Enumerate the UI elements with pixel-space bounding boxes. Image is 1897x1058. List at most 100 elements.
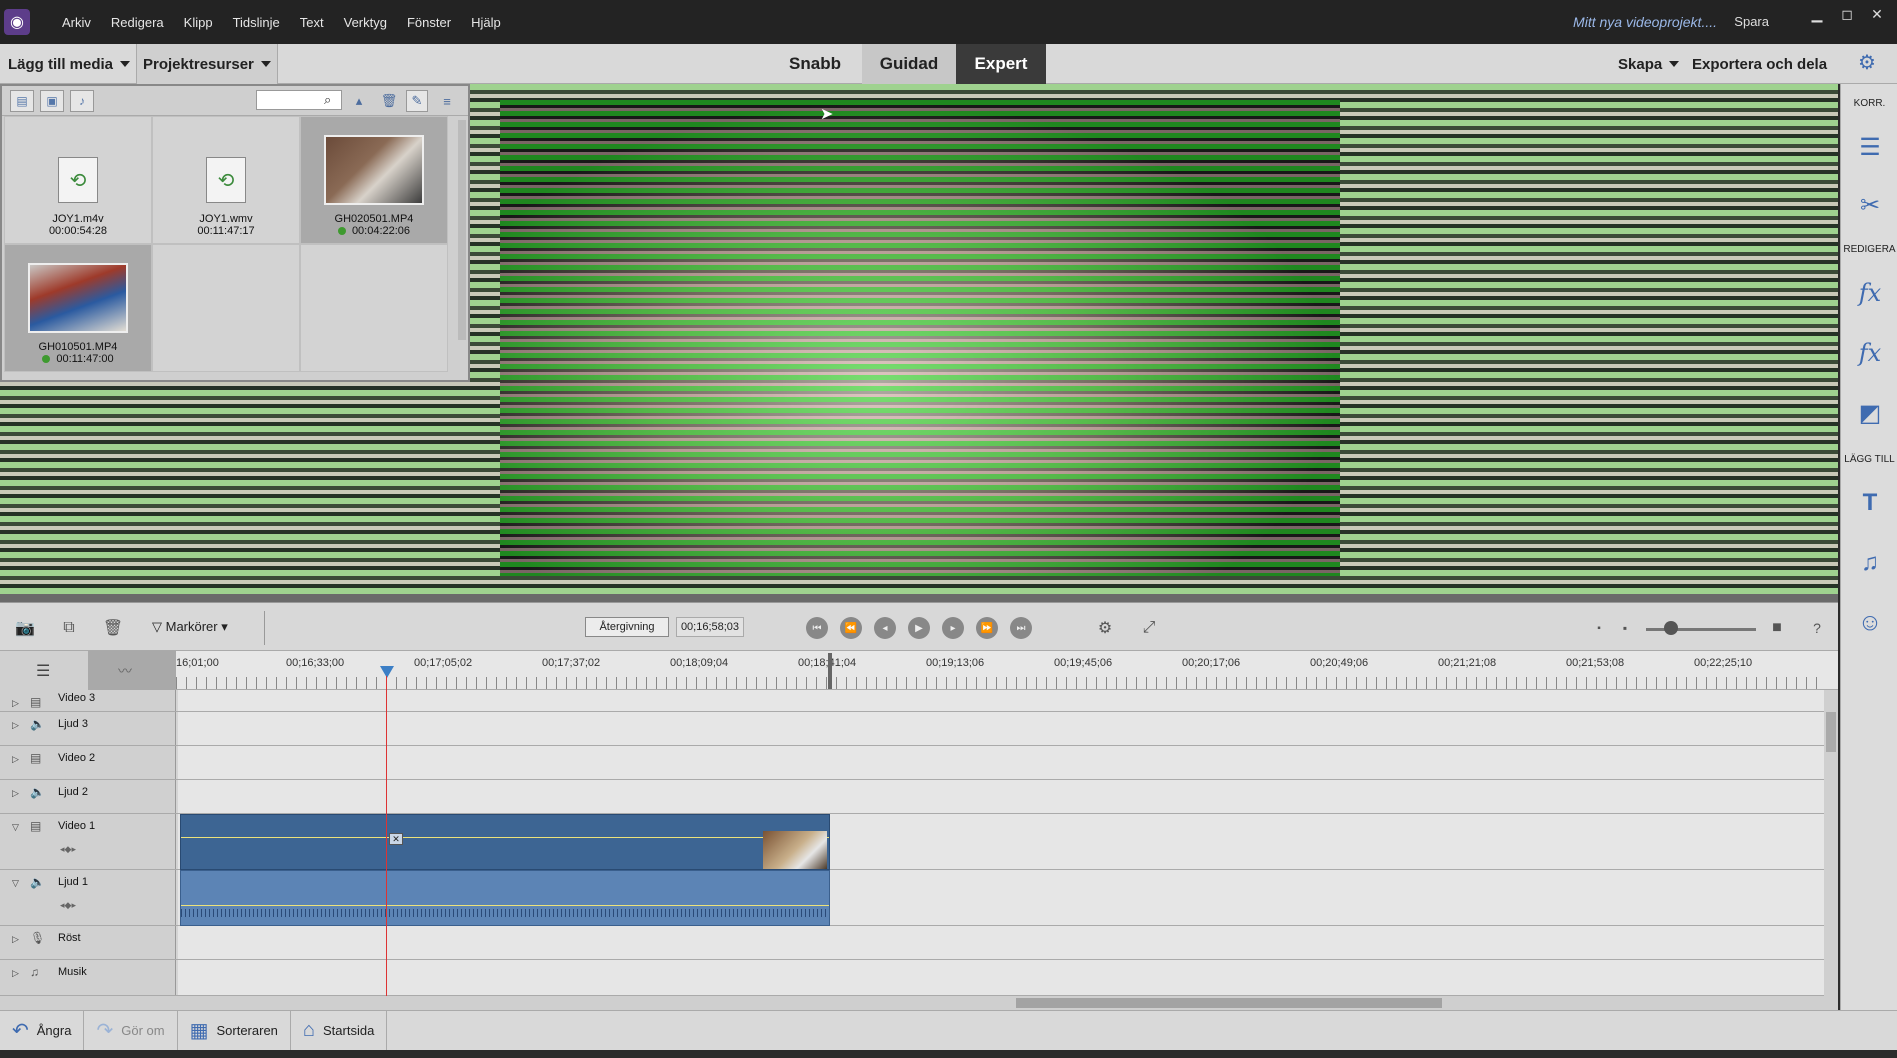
timeline-ruler[interactable]: ☰ 〰 16;01;00 00;16;33;00 00;17;05;02 00;… <box>0 650 1838 691</box>
zoom-out-icon[interactable]: ▪ <box>1588 617 1610 639</box>
filter-audio-icon[interactable]: ♪ <box>70 89 94 112</box>
create-button[interactable]: Skapa <box>1612 50 1685 78</box>
track-video-3[interactable]: ▷ ▤ Video 3 <box>0 690 1824 712</box>
track-lane[interactable] <box>178 780 1824 813</box>
settings-gear-icon[interactable]: ⚙ <box>1858 50 1876 75</box>
menu-text[interactable]: Text <box>290 15 334 30</box>
music-icon[interactable]: ♫ <box>1855 548 1885 578</box>
save-link[interactable]: Spara <box>1734 14 1769 29</box>
titles-text-icon[interactable]: T <box>1855 488 1885 518</box>
project-assets-button[interactable]: Projektresurser <box>136 44 278 84</box>
zoom-slider-handle[interactable] <box>1664 621 1678 635</box>
close-icon[interactable]: ✕ <box>1865 4 1889 24</box>
collapse-triangle-icon[interactable]: ▽ <box>12 878 19 889</box>
effects-icon[interactable]: fx <box>1855 338 1885 368</box>
add-media-button[interactable]: Lägg till media <box>2 50 136 78</box>
play-icon[interactable]: ▶ <box>908 617 930 639</box>
menu-hjalp[interactable]: Hjälp <box>461 15 511 30</box>
timecode-display[interactable]: 00;16;58;03 <box>676 617 744 637</box>
new-folder-icon[interactable]: ▴ <box>348 90 370 112</box>
scrollbar-thumb[interactable] <box>1826 712 1836 752</box>
redo-button[interactable]: ↷ Gör om <box>84 1010 178 1051</box>
track-lane[interactable] <box>178 926 1824 959</box>
help-icon[interactable]: ? <box>1806 617 1828 639</box>
maximize-icon[interactable]: ◻ <box>1835 4 1859 24</box>
monitor-divider[interactable] <box>0 594 1838 602</box>
track-lane[interactable] <box>178 960 1824 995</box>
volume-line[interactable] <box>181 905 829 906</box>
tab-guided[interactable]: Guidad <box>862 44 956 84</box>
menu-fonster[interactable]: Fönster <box>397 15 461 30</box>
menu-verktyg[interactable]: Verktyg <box>334 15 397 30</box>
expand-triangle-icon[interactable]: ▷ <box>12 934 19 945</box>
panel-menu-icon[interactable]: ≡ <box>436 90 458 112</box>
video-clip[interactable]: ✕ <box>180 814 830 870</box>
collapse-triangle-icon[interactable]: ▽ <box>12 822 19 833</box>
expand-triangle-icon[interactable]: ▷ <box>12 720 19 731</box>
minimize-icon[interactable]: ▁ <box>1805 4 1829 24</box>
pin-icon[interactable]: ✎ <box>406 90 428 112</box>
snapshot-camera-icon[interactable]: 📷 <box>14 617 36 639</box>
playhead-handle-icon[interactable] <box>380 666 394 678</box>
render-settings-icon[interactable]: ⚙ <box>1094 617 1116 639</box>
timeline-vertical-scrollbar[interactable] <box>1824 690 1838 996</box>
search-icon[interactable]: ⌕ <box>324 92 331 108</box>
step-back-icon[interactable]: ◂ <box>874 617 896 639</box>
audio-waveform-toggle[interactable]: 〰 <box>88 651 176 691</box>
render-button[interactable]: Återgivning <box>585 617 669 637</box>
track-lane[interactable] <box>178 690 1824 711</box>
adjust-sliders-icon[interactable]: ☰ <box>1855 132 1885 162</box>
track-lane[interactable] <box>178 712 1824 745</box>
track-audio-3[interactable]: ▷ 🔈 Ljud 3 <box>0 712 1824 746</box>
expand-triangle-icon[interactable]: ▷ <box>12 698 19 709</box>
expand-triangle-icon[interactable]: ▷ <box>12 754 19 765</box>
asset-item[interactable]: ⟲ JOY1.m4v 00:00:54:28 <box>4 116 152 244</box>
assets-scrollbar[interactable] <box>458 120 466 340</box>
undo-button[interactable]: ↶ Ångra <box>0 1010 85 1051</box>
track-video-1[interactable]: ▽ ▤ Video 1 ◂◆▸ ✕ <box>0 814 1824 870</box>
track-options-icon[interactable]: ☰ <box>36 661 50 681</box>
track-lane[interactable] <box>178 746 1824 779</box>
transition-icon[interactable]: ✕ <box>389 833 403 845</box>
track-voice[interactable]: ▷ 🎙 Röst <box>0 926 1824 960</box>
graphics-smiley-icon[interactable]: ☺ <box>1855 608 1885 638</box>
zoom-slider[interactable] <box>1646 628 1756 631</box>
filter-video-icon[interactable]: ▤ <box>10 89 34 112</box>
step-forward-icon[interactable]: ▸ <box>942 617 964 639</box>
delete-icon[interactable]: 🗑 <box>102 617 124 639</box>
asset-item[interactable]: ⟲ JOY1.wmv 00:11:47:17 <box>152 116 300 244</box>
resize-icon[interactable]: ⧉ <box>58 617 80 639</box>
track-audio-1[interactable]: ▽ 🔈 Ljud 1 ◂◆▸ <box>0 870 1824 926</box>
timeline-horizontal-scrollbar[interactable] <box>0 996 1838 1010</box>
go-to-end-icon[interactable]: ⏭ <box>1010 617 1032 639</box>
filter-image-icon[interactable]: ▣ <box>40 89 64 112</box>
menu-redigera[interactable]: Redigera <box>101 15 174 30</box>
tools-icon[interactable]: ✂ <box>1855 190 1885 220</box>
applied-effects-icon[interactable]: fx <box>1855 278 1885 308</box>
audio-clip[interactable] <box>180 870 830 926</box>
track-audio-2[interactable]: ▷ 🔈 Ljud 2 <box>0 780 1824 814</box>
zoom-small-icon[interactable]: ▪ <box>1614 617 1636 639</box>
zoom-in-icon[interactable]: ■ <box>1766 617 1788 639</box>
asset-item[interactable]: GH020501.MP4 00:04:22:06 <box>300 116 448 244</box>
fullscreen-icon[interactable]: ⤢ <box>1138 617 1160 639</box>
tab-expert[interactable]: Expert <box>956 44 1046 84</box>
track-music[interactable]: ▷ ♫ Musik <box>0 960 1824 996</box>
markers-dropdown[interactable]: ▽ Markörer ▾ <box>152 619 228 635</box>
expand-triangle-icon[interactable]: ▷ <box>12 968 19 979</box>
fast-forward-icon[interactable]: ⏩ <box>976 617 998 639</box>
rewind-icon[interactable]: ⏪ <box>840 617 862 639</box>
track-video-2[interactable]: ▷ ▤ Video 2 <box>0 746 1824 780</box>
opacity-line[interactable] <box>181 837 829 838</box>
go-to-start-icon[interactable]: ⏮ <box>806 617 828 639</box>
work-area-marker[interactable] <box>828 653 832 689</box>
menu-arkiv[interactable]: Arkiv <box>52 15 101 30</box>
home-button[interactable]: ⌂ Startsida <box>291 1010 388 1051</box>
transitions-icon[interactable]: ◩ <box>1855 398 1885 428</box>
menu-klipp[interactable]: Klipp <box>174 15 223 30</box>
export-share-button[interactable]: Exportera och dela <box>1686 50 1833 78</box>
expand-triangle-icon[interactable]: ▷ <box>12 788 19 799</box>
keyframe-nav-icon[interactable]: ◂◆▸ <box>60 900 76 911</box>
asset-item[interactable]: GH010501.MP4 00:11:47:00 <box>4 244 152 372</box>
scrollbar-thumb[interactable] <box>1016 998 1442 1008</box>
